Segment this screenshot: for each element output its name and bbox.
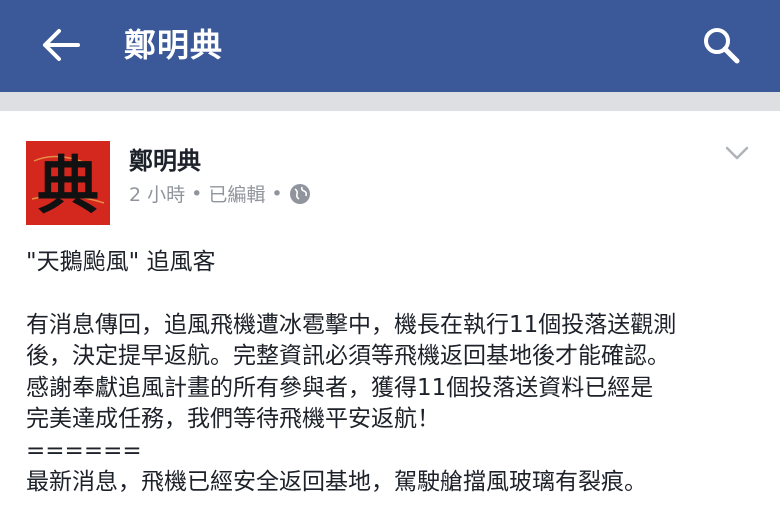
post-card: 典 鄭明典 2 小時 • 已編輯 • "天鵝颱風" 追風客 有消息傳回，追風飛機… (0, 111, 780, 518)
timestamp[interactable]: 2 小時 (129, 180, 185, 207)
avatar[interactable]: 典 (26, 141, 110, 225)
edited-label[interactable]: 已編輯 (208, 180, 265, 207)
app-bar: 鄭明典 (0, 0, 780, 92)
arrow-left-icon (43, 29, 80, 61)
author-name[interactable]: 鄭明典 (129, 141, 201, 176)
post-line: ====== (26, 437, 142, 464)
back-button[interactable] (36, 22, 86, 68)
search-button[interactable] (698, 22, 744, 68)
post-line: 有消息傳回，追風飛機遭冰雹擊中，機長在執行11個投落送觀測 (26, 311, 677, 338)
chevron-down-icon (725, 146, 749, 160)
avatar-image: 典 (26, 141, 110, 225)
post-line: 感謝奉獻追風計畫的所有參與者，獲得11個投落送資料已經是 (26, 374, 654, 401)
page-title: 鄭明典 (124, 26, 224, 64)
meta-separator: • (191, 182, 203, 205)
svg-text:典: 典 (37, 149, 99, 222)
post-menu-button[interactable] (720, 139, 754, 167)
post-meta: 2 小時 • 已編輯 • (129, 180, 311, 207)
globe-icon (289, 183, 310, 204)
post-line: 後，決定提早返航。完整資訊必須等飛機返回基地後才能確認。 (26, 343, 670, 369)
post-line: 完美達成任務，我們等待飛機平安返航！ (26, 406, 440, 432)
post-line: "天鵝颱風" 追風客 (26, 249, 216, 275)
post-line: 最新消息，飛機已經安全返回基地，駕駛艙擋風玻璃有裂痕。 (26, 469, 647, 495)
feed-divider (0, 92, 780, 111)
meta-separator: • (271, 182, 283, 205)
post-text: "天鵝颱風" 追風客 有消息傳回，追風飛機遭冰雹擊中，機長在執行11個投落送觀測… (26, 247, 766, 499)
search-icon (704, 28, 740, 64)
